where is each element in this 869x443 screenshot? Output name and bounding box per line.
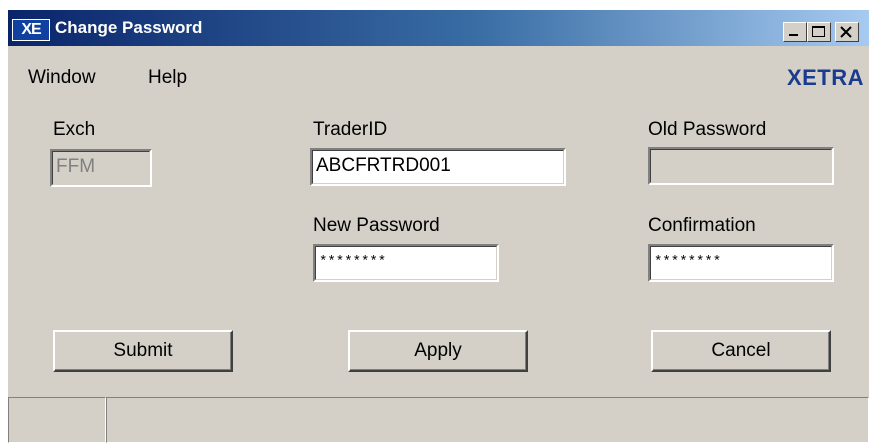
trader-id-field[interactable] <box>310 148 566 186</box>
old-password-label: Old Password <box>648 119 767 140</box>
confirmation-input[interactable] <box>652 248 832 276</box>
new-password-field[interactable] <box>313 244 499 282</box>
apply-button[interactable]: Apply <box>348 330 528 372</box>
app-icon-glyph: XE <box>13 20 49 40</box>
exch-input <box>54 153 150 181</box>
change-password-window: XE Change Password Window Help XETRA Exc… <box>8 10 869 443</box>
cancel-button[interactable]: Cancel <box>651 330 831 372</box>
submit-button-label: Submit <box>113 340 173 361</box>
title-bar[interactable]: XE Change Password <box>8 10 869 46</box>
exch-label: Exch <box>53 119 96 140</box>
app-icon[interactable]: XE <box>12 19 50 41</box>
window-title: Change Password <box>55 18 203 37</box>
maximize-button[interactable] <box>807 22 831 42</box>
confirmation-field[interactable] <box>648 244 834 282</box>
trader-id-input[interactable] <box>314 152 564 180</box>
status-panel <box>106 397 869 443</box>
close-icon <box>840 26 852 38</box>
menu-help-label: Help <box>148 67 188 88</box>
menu-window[interactable]: Window <box>28 60 96 96</box>
menu-help[interactable]: Help <box>148 60 187 96</box>
submit-button[interactable]: Submit <box>53 330 233 372</box>
old-password-field <box>648 147 834 185</box>
apply-button-label: Apply <box>414 340 462 361</box>
trader-id-label: TraderID <box>313 119 388 140</box>
minimize-button[interactable] <box>783 22 807 42</box>
old-password-input <box>652 151 832 179</box>
minimize-icon <box>789 34 798 36</box>
xetra-logo: XETRA <box>786 65 864 90</box>
maximize-icon <box>812 26 825 37</box>
confirmation-label: Confirmation <box>648 215 756 236</box>
menu-bar: Window Help XETRA <box>8 60 869 96</box>
new-password-label: New Password <box>313 215 440 236</box>
new-password-input[interactable] <box>317 248 497 276</box>
status-bar <box>8 397 869 443</box>
cancel-button-label: Cancel <box>711 340 771 361</box>
menu-window-label: Window <box>28 67 96 88</box>
exch-field <box>50 149 152 187</box>
status-panel <box>8 397 106 443</box>
close-button[interactable] <box>835 22 859 42</box>
